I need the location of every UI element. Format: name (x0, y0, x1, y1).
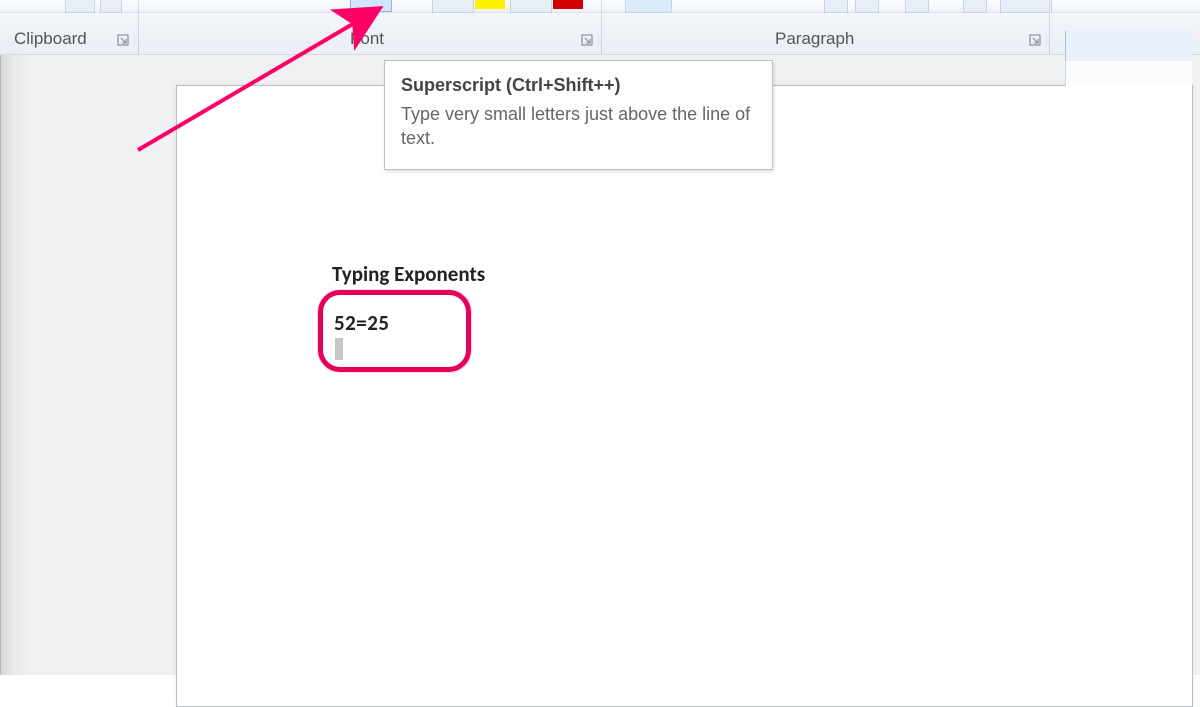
font-dialog-launcher-icon[interactable] (581, 34, 594, 47)
ribbon-group-font-label: Font (350, 29, 384, 49)
ribbon-group-clipboard-label: Clipboard (14, 29, 87, 49)
tooltip-title: Superscript (Ctrl+Shift++) (401, 75, 756, 96)
clipboard-dialog-launcher-icon[interactable] (117, 34, 130, 47)
document-equation-text[interactable]: 52=25 (334, 310, 390, 336)
ribbon-button[interactable] (65, 0, 95, 13)
text-cursor (335, 338, 343, 360)
ribbon-button[interactable] (432, 0, 474, 13)
ribbon-button[interactable] (855, 0, 879, 13)
paragraph-dialog-launcher-icon[interactable] (1029, 34, 1042, 47)
superscript-button[interactable] (350, 0, 392, 12)
highlight-color-swatch[interactable] (475, 0, 505, 9)
ribbon-button[interactable] (905, 0, 929, 13)
ribbon-button[interactable] (824, 0, 848, 13)
ribbon: Clipboard Font Paragraph (0, 0, 1200, 56)
superscript-tooltip: Superscript (Ctrl+Shift++) Type very sma… (384, 60, 773, 170)
font-color-swatch[interactable] (553, 0, 583, 9)
tooltip-body: Type very small letters just above the l… (401, 102, 756, 151)
styles-panel-fragment-body (1065, 61, 1192, 86)
ribbon-button[interactable] (100, 0, 122, 13)
styles-panel-fragment[interactable] (1065, 31, 1192, 62)
ribbon-button[interactable] (963, 0, 987, 13)
ribbon-group-paragraph-label: Paragraph (775, 29, 854, 49)
document-heading: Typing Exponents (332, 261, 485, 287)
ribbon-button[interactable] (1000, 0, 1052, 13)
document-page[interactable] (176, 85, 1193, 707)
ribbon-button[interactable] (510, 0, 552, 13)
ribbon-button[interactable] (625, 0, 672, 13)
